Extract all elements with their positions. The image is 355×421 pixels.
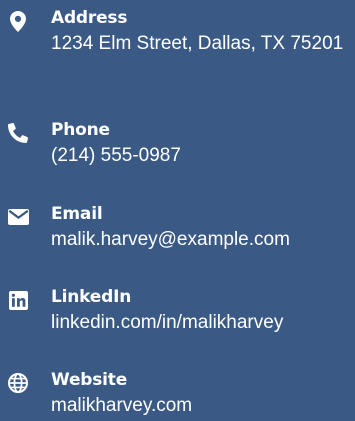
contact-text: Phone (214) 555-0987: [51, 119, 355, 169]
linkedin-icon: [7, 289, 29, 311]
email-value[interactable]: malik.harvey@example.com: [51, 226, 355, 253]
address-label: Address: [51, 8, 128, 28]
website-label: Website: [51, 370, 128, 390]
contact-list: Address 1234 Elm Street, Dallas, TX 7520…: [0, 0, 355, 421]
website-value[interactable]: malikharvey.com: [51, 392, 355, 419]
linkedin-value[interactable]: linkedin.com/in/malikharvey: [51, 309, 355, 336]
phone-icon: [7, 122, 29, 144]
email-label: Email: [51, 204, 103, 224]
map-marker-icon: [7, 10, 29, 32]
contact-text: LinkedIn linkedin.com/in/malikharvey: [51, 286, 355, 336]
globe-icon: [7, 372, 29, 394]
contact-text: Email malik.harvey@example.com: [51, 203, 355, 253]
envelope-icon: [7, 206, 29, 228]
phone-label: Phone: [51, 120, 110, 140]
phone-value[interactable]: (214) 555-0987: [51, 142, 355, 169]
linkedin-label: LinkedIn: [51, 287, 132, 307]
address-value: 1234 Elm Street, Dallas, TX 75201: [51, 33, 344, 54]
contact-text: Address 1234 Elm Street, Dallas, TX 7520…: [51, 7, 355, 57]
contact-text: Website malikharvey.com: [51, 369, 355, 419]
